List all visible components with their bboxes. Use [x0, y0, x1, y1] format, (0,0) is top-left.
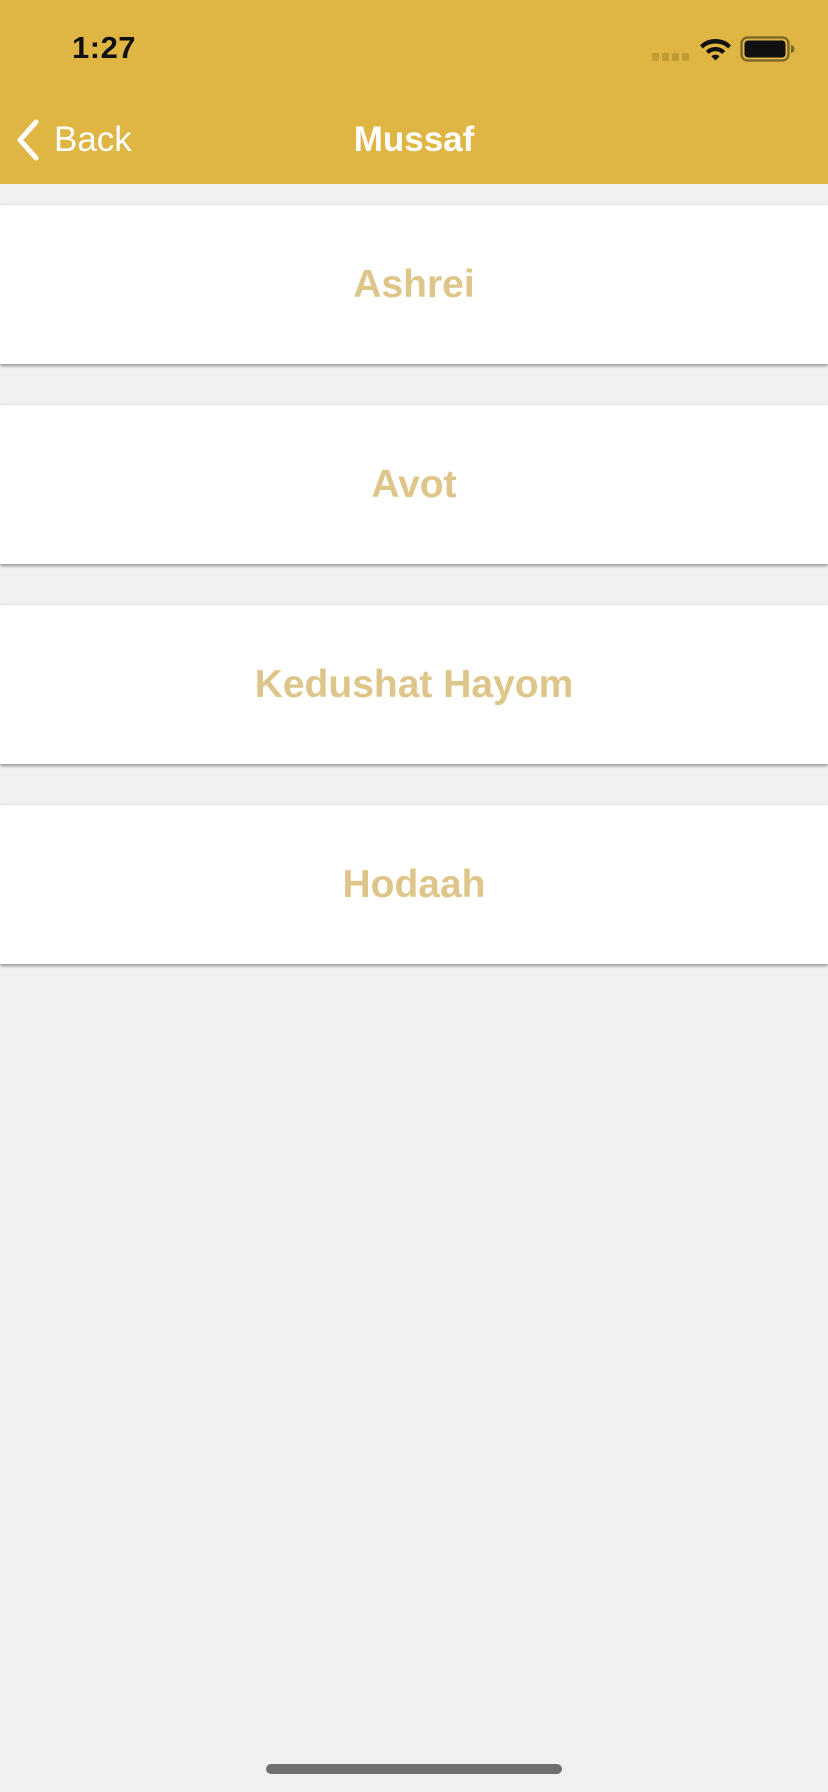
prayer-list: Ashrei Avot Kedushat Hayom Hodaah — [0, 204, 828, 1004]
list-item-label: Avot — [371, 462, 457, 506]
header: 1:27 Back Mussaf — [0, 0, 828, 184]
status-bar: 1:27 — [0, 0, 828, 96]
navigation-bar: Back Mussaf — [0, 96, 828, 184]
signal-icon — [652, 53, 689, 61]
list-item-label: Kedushat Hayom — [254, 662, 574, 706]
home-indicator[interactable] — [266, 1764, 562, 1774]
wifi-icon — [700, 39, 731, 61]
list-item-ashrei[interactable]: Ashrei — [0, 204, 828, 364]
battery-icon — [740, 36, 795, 62]
list-item-hodaah[interactable]: Hodaah — [0, 804, 828, 964]
list-item-kedushat-hayom[interactable]: Kedushat Hayom — [0, 604, 828, 764]
list-item-label: Ashrei — [353, 262, 475, 306]
status-time: 1:27 — [72, 30, 137, 65]
page-title: Mussaf — [353, 120, 475, 159]
list-item-label: Hodaah — [342, 862, 486, 906]
list-item-avot[interactable]: Avot — [0, 404, 828, 564]
